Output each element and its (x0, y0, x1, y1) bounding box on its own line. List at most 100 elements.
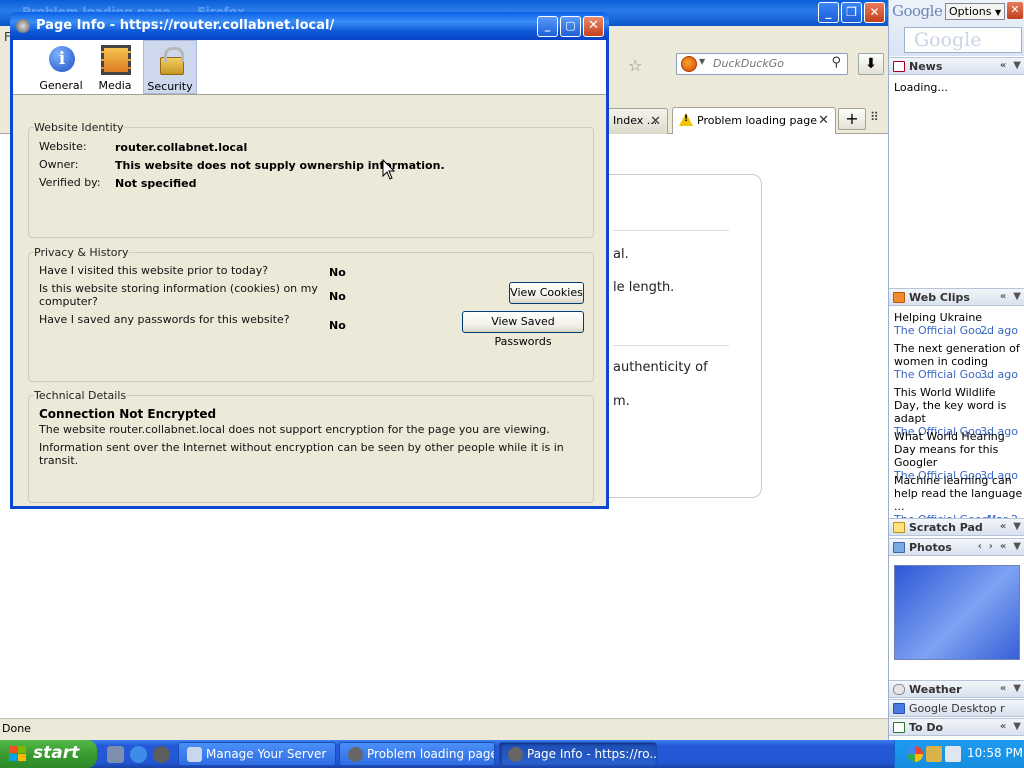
news-loading-text: Loading... (894, 81, 948, 94)
scratch-pad-panel-header[interactable]: Scratch Pad « ▼ (889, 518, 1024, 536)
tab-media[interactable]: Media (88, 40, 142, 94)
close-icon[interactable]: ✕ (650, 114, 661, 129)
task-problem-loading[interactable]: Problem loading page... (339, 742, 495, 766)
panel-controls[interactable]: « ▼ (1000, 60, 1021, 71)
internet-explorer-icon[interactable] (130, 746, 147, 763)
tab-label: General (39, 79, 83, 92)
view-cookies-button[interactable]: View Cookies (509, 282, 584, 304)
owner-label: Owner: (39, 158, 79, 171)
page-info-dialog: Page Info - https://router.collabnet.loc… (10, 12, 609, 509)
web-clips-panel-header[interactable]: Web Clips « ▼ (889, 288, 1024, 306)
start-button[interactable]: start (0, 740, 97, 768)
panel-controls[interactable]: ‹ › « ▼ (978, 541, 1021, 552)
news-title: News (909, 60, 943, 73)
error-text: le length. (613, 280, 675, 295)
view-saved-passwords-button[interactable]: View Saved Passwords (462, 311, 584, 348)
web-clip-item[interactable]: The next generation of women in coding T… (894, 342, 1024, 381)
search-box[interactable]: ▼ ⚲ (676, 53, 848, 75)
browser-minimize-button[interactable]: _ (818, 2, 839, 23)
weather-panel-header[interactable]: Weather « ▼ (889, 680, 1024, 698)
web-clips-title: Web Clips (909, 291, 970, 304)
clip-source: The Official Goo... (894, 368, 992, 381)
new-tab-button[interactable]: + (838, 108, 866, 130)
task-page-info[interactable]: Page Info - https://ro... (499, 742, 657, 766)
website-identity-group (28, 127, 594, 238)
error-text: m. (613, 394, 630, 409)
google-desktop-panel-header[interactable]: Google Desktop r (889, 699, 1024, 717)
task-label: Page Info - https://ro... (527, 747, 657, 761)
sidebar-header: Google Options ▼ ✕ Google (889, 0, 1024, 56)
verified-value: Not specified (115, 177, 197, 190)
tab-problem-loading[interactable]: Problem loading page ✕ (672, 107, 836, 134)
chevron-down-icon: ▼ (994, 8, 1002, 17)
sidebar-search-box[interactable]: Google (904, 27, 1022, 53)
verified-label: Verified by: (39, 176, 101, 189)
photo-slideshow[interactable] (894, 565, 1020, 660)
google-search-logo: Google (914, 29, 982, 51)
panel-controls[interactable]: « ▼ (1000, 521, 1021, 532)
clip-title: This World Wildlife Day, the key word is… (894, 386, 1007, 425)
clock: 10:58 PM (967, 746, 1023, 760)
magnifier-icon[interactable]: ⚲ (831, 55, 841, 70)
panel-controls[interactable]: « ▼ (1000, 291, 1021, 302)
group-legend: Technical Details (34, 389, 127, 402)
google-desktop-icon (893, 703, 905, 714)
clip-date: 2d ago (980, 324, 1018, 337)
google-desktop-sidebar: Google Options ▼ ✕ Google News « ▼ Loadi… (888, 0, 1024, 740)
cookies-question: Is this website storing information (coo… (39, 282, 318, 295)
clip-title: Helping Ukraine (894, 311, 983, 324)
dialog-minimize-button[interactable]: _ (537, 16, 558, 37)
clip-title: The next generation of women in coding (894, 342, 1020, 368)
tab-security[interactable]: Security (143, 40, 197, 94)
browser-maximize-button[interactable]: ❐ (841, 2, 862, 23)
bookmark-star-icon[interactable]: ☆ (628, 56, 642, 75)
notepad-icon (893, 522, 905, 533)
clip-date: 3d ago (980, 368, 1018, 381)
browser-close-button[interactable]: ✕ (864, 2, 885, 23)
website-label: Website: (39, 140, 87, 153)
sidebar-close-button[interactable]: ✕ (1007, 2, 1023, 19)
close-icon[interactable]: ✕ (818, 113, 829, 128)
scratch-pad-title: Scratch Pad (909, 521, 983, 534)
duckduckgo-icon[interactable] (681, 56, 697, 72)
chevron-down-icon[interactable]: ▼ (699, 57, 705, 66)
browser-icon (508, 747, 523, 762)
tools-tray-icon[interactable] (926, 746, 942, 762)
lock-icon (160, 47, 184, 75)
task-manage-server[interactable]: Manage Your Server (178, 742, 336, 766)
tab-label: Media (98, 79, 132, 92)
search-input[interactable] (711, 56, 821, 71)
todo-panel-header[interactable]: To Do « ▼ (889, 718, 1024, 736)
options-label: Options (949, 5, 992, 18)
browser-quicklaunch-icon[interactable] (153, 746, 170, 763)
download-button[interactable]: ⬇ (858, 53, 884, 75)
dialog-maximize-button[interactable]: ▢ (560, 16, 581, 37)
panel-controls[interactable]: « ▼ (1000, 683, 1021, 694)
info-icon: i (49, 46, 75, 72)
todo-title: To Do (909, 721, 944, 734)
photos-panel-header[interactable]: Photos ‹ › « ▼ (889, 538, 1024, 556)
show-desktop-icon[interactable] (107, 746, 124, 763)
volume-tray-icon[interactable] (945, 746, 961, 762)
options-button[interactable]: Options ▼ (945, 3, 1005, 20)
web-clip-item[interactable]: Helping Ukraine The Official Goo... 2d ag… (894, 311, 1024, 337)
weather-title: Weather (909, 683, 962, 696)
cookies-answer: No (329, 290, 346, 303)
tab-general[interactable]: i General (34, 40, 88, 94)
tab-index[interactable]: Index ... ✕ (606, 108, 668, 134)
dialog-close-button[interactable]: ✕ (583, 16, 604, 37)
google-logo: Google (892, 2, 943, 20)
tab-label: Problem loading page (697, 114, 817, 127)
tab-list-icon[interactable]: ⠿ (870, 110, 879, 124)
google-desktop-tray-icon[interactable] (907, 746, 923, 762)
app-icon (16, 19, 30, 33)
encryption-heading: Connection Not Encrypted (39, 407, 217, 421)
checkbox-icon (893, 722, 905, 733)
group-legend: Website Identity (34, 121, 124, 134)
news-panel-header[interactable]: News « ▼ (889, 57, 1024, 75)
tab-label: Security (147, 80, 193, 93)
task-label: Manage Your Server (206, 747, 327, 761)
panel-controls[interactable]: « ▼ (1000, 721, 1021, 732)
dialog-title-bar[interactable]: Page Info - https://router.collabnet.loc… (10, 12, 609, 40)
weather-icon (893, 684, 905, 695)
